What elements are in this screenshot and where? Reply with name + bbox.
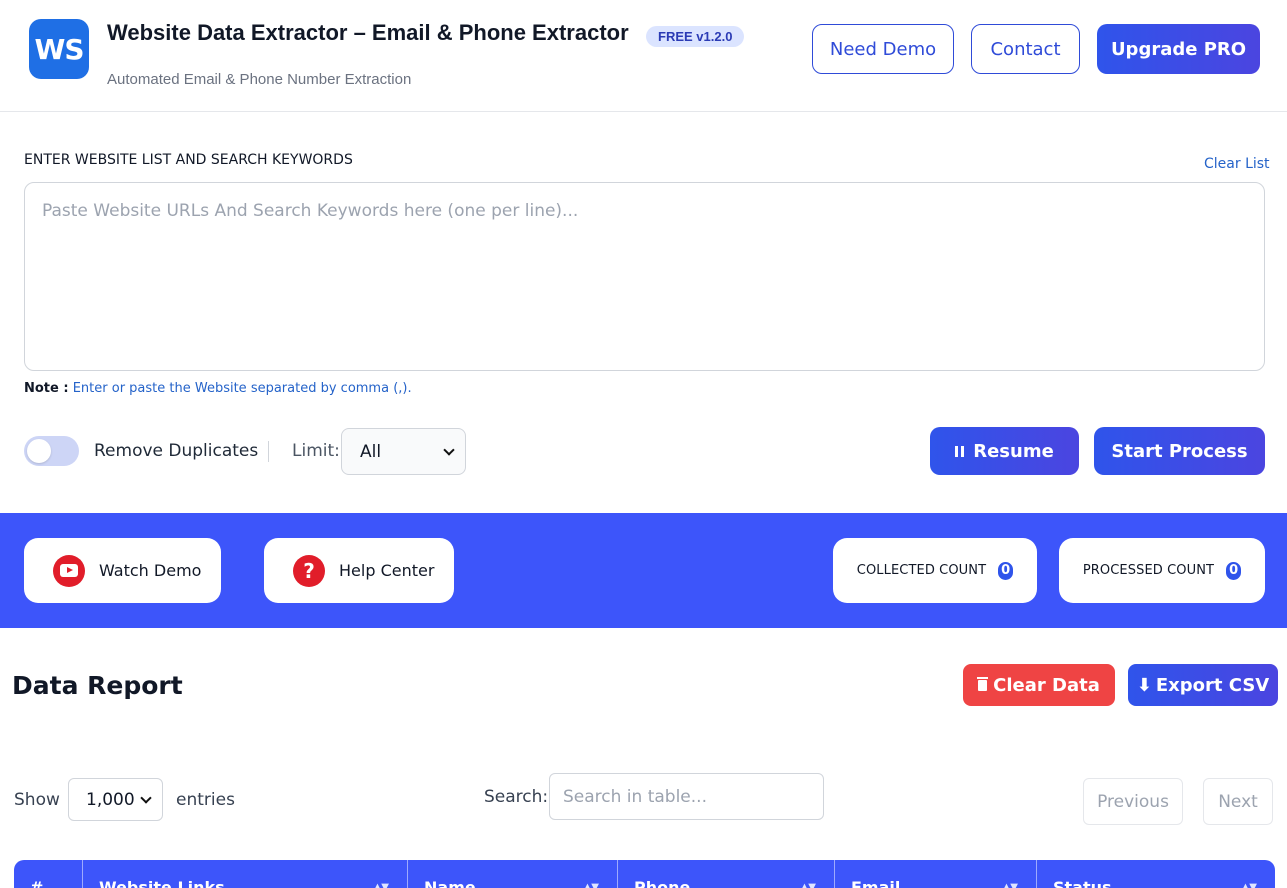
column-header-index[interactable]: #	[14, 860, 83, 888]
need-demo-button[interactable]: Need Demo	[812, 24, 954, 74]
collected-count-card: COLLECTED COUNT 0	[833, 538, 1037, 603]
app-logo: WS	[29, 19, 89, 79]
next-page-button[interactable]: Next	[1203, 778, 1273, 825]
resume-button[interactable]: Resume	[930, 427, 1079, 475]
trash-icon	[977, 676, 989, 691]
upgrade-pro-button[interactable]: Upgrade PRO	[1097, 24, 1260, 74]
website-list-textarea[interactable]	[24, 182, 1265, 371]
column-header-status[interactable]: Status ▲▼	[1037, 860, 1275, 888]
version-badge: FREE v1.2.0	[646, 26, 745, 47]
start-process-button[interactable]: Start Process	[1094, 427, 1265, 475]
show-label: Show	[14, 790, 60, 810]
processed-count-value: 0	[1226, 561, 1242, 580]
download-icon: ⬇	[1136, 674, 1152, 696]
app-subtitle: Automated Email & Phone Number Extractio…	[107, 71, 412, 88]
toggle-knob	[27, 439, 51, 463]
collected-count-label: COLLECTED COUNT	[856, 563, 987, 578]
column-header-email[interactable]: Email ▲▼	[835, 860, 1037, 888]
export-csv-button[interactable]: ⬇ Export CSV	[1128, 664, 1278, 706]
search-label: Search:	[484, 787, 549, 807]
youtube-icon	[53, 554, 85, 587]
remove-duplicates-toggle[interactable]	[24, 436, 79, 466]
limit-select[interactable]: All	[341, 428, 466, 475]
help-center-button[interactable]: ? Help Center	[264, 538, 454, 603]
processed-count-card: PROCESSED COUNT 0	[1059, 538, 1265, 603]
column-header-name[interactable]: Name ▲▼	[408, 860, 618, 888]
entries-value: 1,000	[86, 789, 135, 810]
clear-data-label: Clear Data	[993, 674, 1100, 696]
sort-icon: ▲▼	[1241, 882, 1257, 888]
clear-data-button[interactable]: Clear Data	[963, 664, 1115, 706]
export-csv-label: Export CSV	[1155, 674, 1270, 696]
watch-demo-button[interactable]: Watch Demo	[24, 538, 221, 603]
chevron-down-icon	[443, 443, 455, 456]
pause-icon	[955, 445, 965, 457]
sort-icon: ▲▼	[373, 882, 389, 888]
note-text: Enter or paste the Website separated by …	[72, 381, 412, 396]
clear-list-link[interactable]: Clear List	[1204, 156, 1270, 172]
column-header-phone[interactable]: Phone ▲▼	[618, 860, 835, 888]
entries-label: entries	[176, 790, 235, 810]
website-list-label: ENTER WEBSITE LIST AND SEARCH KEYWORDS	[24, 152, 353, 168]
app-header: WS Website Data Extractor – Email & Phon…	[0, 0, 1287, 112]
sort-icon: ▲▼	[1002, 882, 1018, 888]
input-note: Note : Enter or paste the Website separa…	[24, 381, 412, 396]
remove-duplicates-label: Remove Duplicates	[94, 441, 259, 461]
chevron-down-icon	[140, 791, 152, 804]
action-band: Watch Demo ? Help Center COLLECTED COUNT…	[0, 513, 1287, 628]
sort-icon: ▲▼	[583, 882, 599, 888]
previous-page-button[interactable]: Previous	[1083, 778, 1183, 825]
processed-count-label: PROCESSED COUNT	[1082, 563, 1215, 578]
report-title: Data Report	[12, 671, 183, 700]
question-icon: ?	[293, 554, 325, 587]
collected-count-value: 0	[998, 561, 1014, 580]
app-title: Website Data Extractor – Email & Phone E…	[107, 20, 629, 45]
table-header: # Website Links ▲▼ Name ▲▼ Phone ▲▼ Email ▲▼…	[14, 860, 1275, 888]
help-center-label: Help Center	[339, 561, 435, 580]
entries-select[interactable]: 1,000	[68, 778, 163, 821]
table-search-input[interactable]	[549, 773, 824, 820]
contact-button[interactable]: Contact	[971, 24, 1080, 74]
note-prefix: Note :	[24, 381, 69, 396]
limit-value: All	[360, 441, 382, 462]
limit-label: Limit:	[292, 441, 340, 461]
column-header-website-links[interactable]: Website Links ▲▼	[83, 860, 408, 888]
options-divider	[268, 441, 269, 462]
watch-demo-label: Watch Demo	[99, 561, 202, 580]
resume-label: Resume	[973, 440, 1054, 462]
sort-icon: ▲▼	[800, 882, 816, 888]
